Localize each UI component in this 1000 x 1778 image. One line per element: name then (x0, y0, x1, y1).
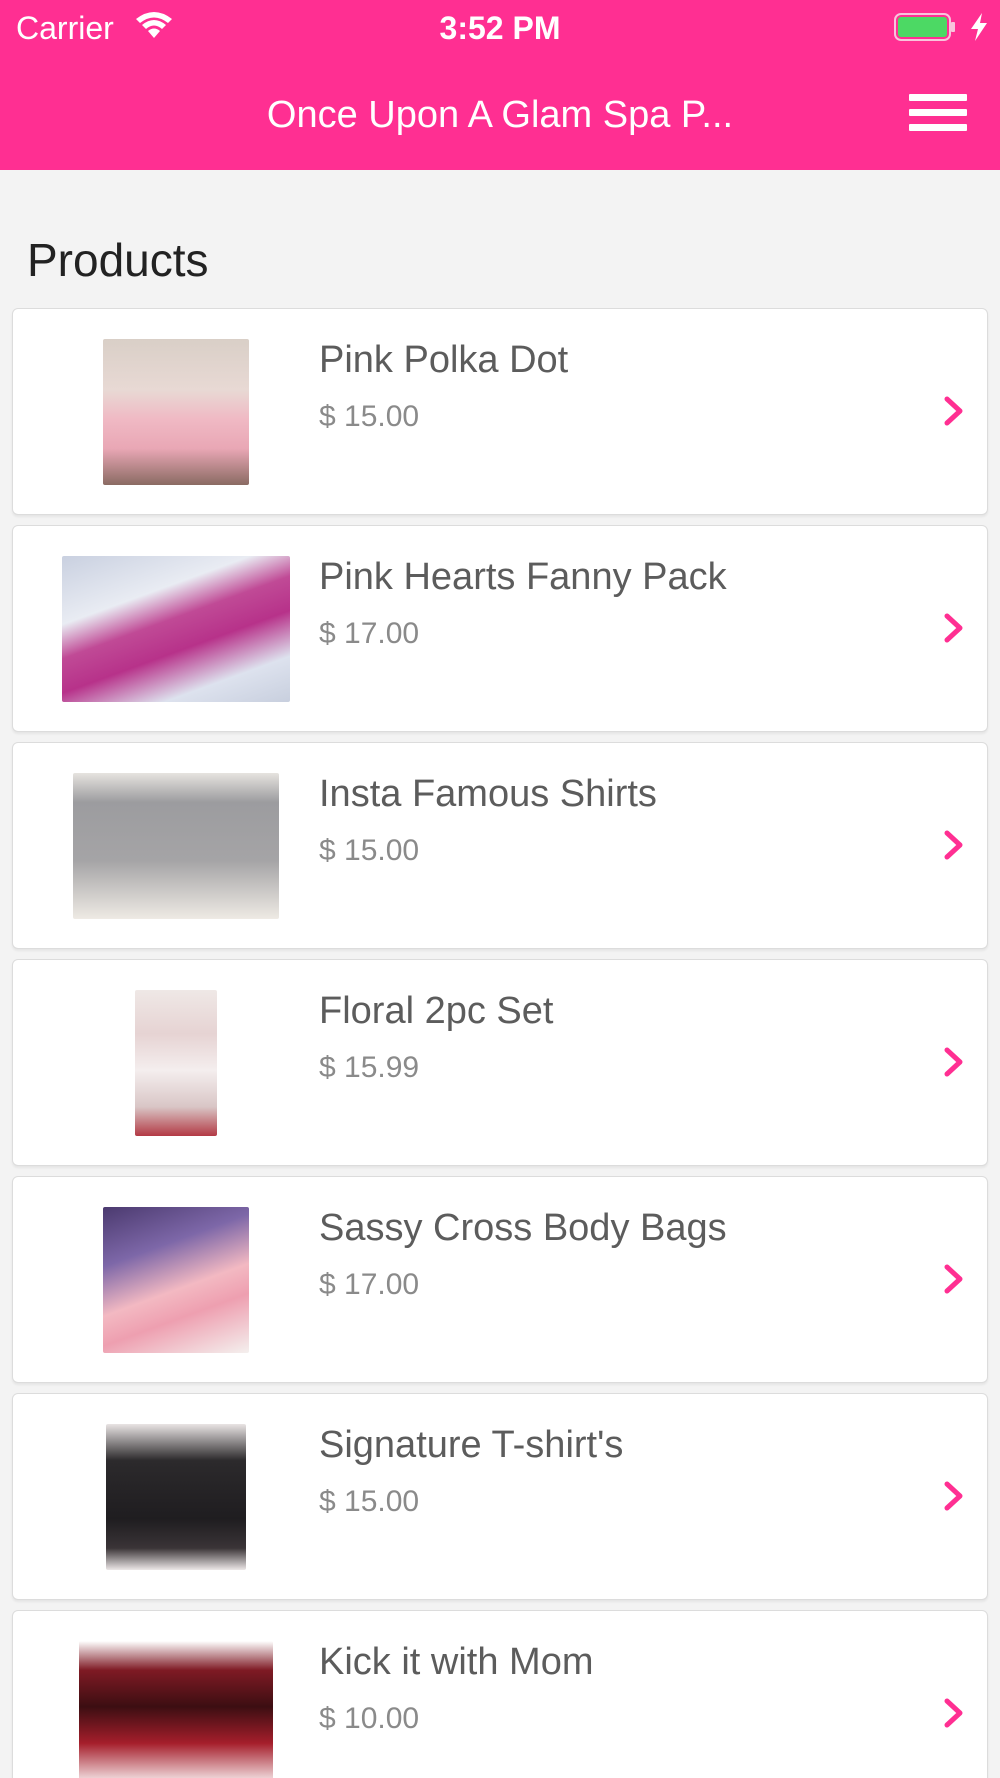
battery-icon (894, 13, 955, 41)
product-price: $ 10.00 (319, 1702, 420, 1735)
page-title: Once Upon A Glam Spa P... (266, 94, 734, 136)
status-time: 3:52 PM (439, 10, 561, 46)
product-price: $ 17.00 (319, 1268, 420, 1301)
product-image (103, 339, 249, 485)
product-image (73, 773, 279, 919)
product-price: $ 15.00 (319, 1485, 420, 1518)
charging-bolt-icon (971, 13, 987, 41)
product-price: $ 15.00 (319, 834, 420, 867)
hamburger-menu-icon[interactable] (904, 88, 972, 138)
product-name: Sassy Cross Body Bags (319, 1207, 727, 1249)
product-image (79, 1641, 273, 1778)
product-name: Pink Hearts Fanny Pack (319, 556, 727, 598)
chevron-right-icon (944, 830, 963, 860)
chevron-right-icon (944, 1698, 963, 1728)
status-bar: Carrier 3:52 PM (0, 0, 1000, 56)
product-item[interactable]: Pink Polka Dot $ 15.00 (12, 308, 988, 515)
product-item[interactable]: Kick it with Mom $ 10.00 (12, 1610, 988, 1778)
product-thumbnail (33, 765, 319, 927)
product-thumbnail (33, 982, 319, 1144)
product-name: Signature T-shirt's (319, 1424, 624, 1466)
product-image (103, 1207, 249, 1353)
chevron-right-icon (944, 1481, 963, 1511)
product-item[interactable]: Signature T-shirt's $ 15.00 (12, 1393, 988, 1600)
top-bar: Carrier 3:52 PM Once Upon A Glam Spa P..… (0, 0, 1000, 170)
product-name: Pink Polka Dot (319, 339, 569, 381)
chevron-right-icon (944, 1264, 963, 1294)
product-thumbnail (33, 1416, 319, 1578)
product-price: $ 15.00 (319, 400, 420, 433)
product-thumbnail (33, 1633, 319, 1778)
product-price: $ 15.99 (319, 1051, 420, 1084)
product-price: $ 17.00 (319, 617, 420, 650)
product-item[interactable]: Insta Famous Shirts $ 15.00 (12, 742, 988, 949)
product-image (135, 990, 217, 1136)
product-name: Insta Famous Shirts (319, 773, 657, 815)
section-title: Products (27, 234, 209, 286)
product-image (62, 556, 290, 702)
app-screen: Carrier 3:52 PM Once Upon A Glam Spa P..… (0, 0, 1000, 1778)
product-name: Kick it with Mom (319, 1641, 594, 1683)
product-thumbnail (33, 1199, 319, 1361)
product-name: Floral 2pc Set (319, 990, 554, 1032)
product-item[interactable]: Pink Hearts Fanny Pack $ 17.00 (12, 525, 988, 732)
product-item[interactable]: Floral 2pc Set $ 15.99 (12, 959, 988, 1166)
product-item[interactable]: Sassy Cross Body Bags $ 17.00 (12, 1176, 988, 1383)
chevron-right-icon (944, 396, 963, 426)
product-thumbnail (33, 331, 319, 493)
product-list: Pink Polka Dot $ 15.00 Pink Hearts Fanny… (12, 308, 988, 1778)
product-image (106, 1424, 246, 1570)
product-thumbnail (33, 548, 319, 710)
chevron-right-icon (944, 613, 963, 643)
chevron-right-icon (944, 1047, 963, 1077)
